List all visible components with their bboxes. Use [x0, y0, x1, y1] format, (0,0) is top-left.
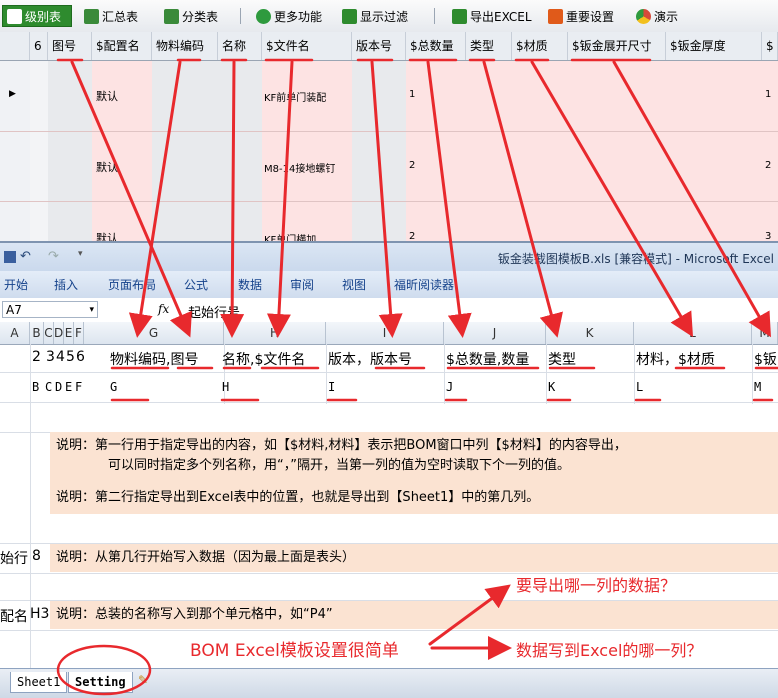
arrow-type: [482, 60, 563, 338]
annotation-arrows: [56, 58, 778, 696]
arrow-version: [370, 60, 403, 338]
arrow-filename: [266, 60, 294, 338]
arrow-sheet-metal-size: [612, 60, 771, 338]
arrow-name: [220, 60, 245, 338]
arrow-material-code: [128, 60, 182, 338]
arrow-material: [530, 60, 694, 338]
arrow-drawing-number: [70, 60, 192, 338]
arrow-quantity: [426, 60, 472, 338]
setting-tab-highlight: [56, 644, 152, 696]
arrow-to-top-callout: [428, 584, 511, 646]
